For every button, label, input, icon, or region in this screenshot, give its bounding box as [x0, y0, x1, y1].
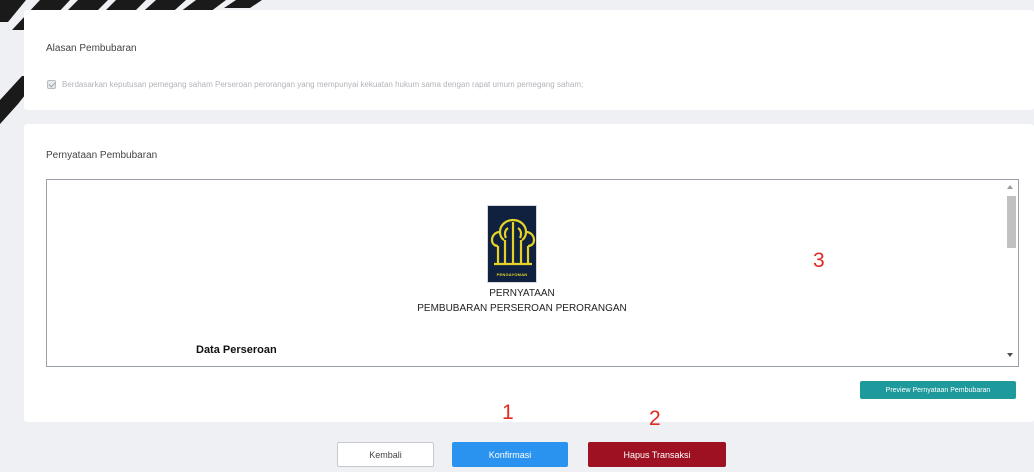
document-scrollbar[interactable]: [1004, 180, 1018, 366]
document-heading-1: PERNYATAAN: [489, 288, 555, 299]
pernyataan-pembubaran-card: Pernyataan Pembubaran PENGAYOMAN PERNYAT…: [24, 124, 1034, 422]
document-section-title: Data Perseroan: [196, 344, 277, 356]
scroll-up-arrow-icon[interactable]: [1007, 185, 1013, 189]
scroll-thumb[interactable]: [1007, 196, 1016, 248]
document-heading-2: PEMBUBARAN PERSEROAN PERORANGAN: [417, 303, 627, 314]
alasan-pembubaran-card: Alasan Pembubaran Berdasarkan keputusan …: [24, 10, 1034, 110]
emblem-label: PENGAYOMAN: [496, 272, 528, 277]
document-preview-frame[interactable]: PENGAYOMAN PERNYATAAN PEMBUBARAN PERSERO…: [46, 179, 1019, 367]
alasan-option-label[interactable]: Berdasarkan keputusan pemegang saham Per…: [62, 80, 583, 89]
kembali-button[interactable]: Kembali: [337, 442, 434, 467]
scroll-down-arrow-icon[interactable]: [1007, 353, 1013, 357]
alasan-pembubaran-title: Alasan Pembubaran: [46, 43, 137, 54]
annotation-marker-1: 1: [502, 401, 514, 424]
pernyataan-pembubaran-title: Pernyataan Pembubaran: [46, 150, 158, 161]
konfirmasi-button[interactable]: Konfirmasi: [452, 442, 568, 467]
preview-pernyataan-button[interactable]: Preview Pernyataan Pembubaran: [860, 381, 1016, 399]
checkmark-icon[interactable]: [47, 80, 56, 89]
hapus-transaksi-button[interactable]: Hapus Transaksi: [588, 442, 726, 467]
pengayoman-emblem-icon: PENGAYOMAN: [487, 205, 537, 283]
annotation-marker-3: 3: [813, 249, 825, 272]
alasan-option-row[interactable]: Berdasarkan keputusan pemegang saham Per…: [47, 80, 583, 89]
annotation-marker-2: 2: [649, 407, 661, 430]
